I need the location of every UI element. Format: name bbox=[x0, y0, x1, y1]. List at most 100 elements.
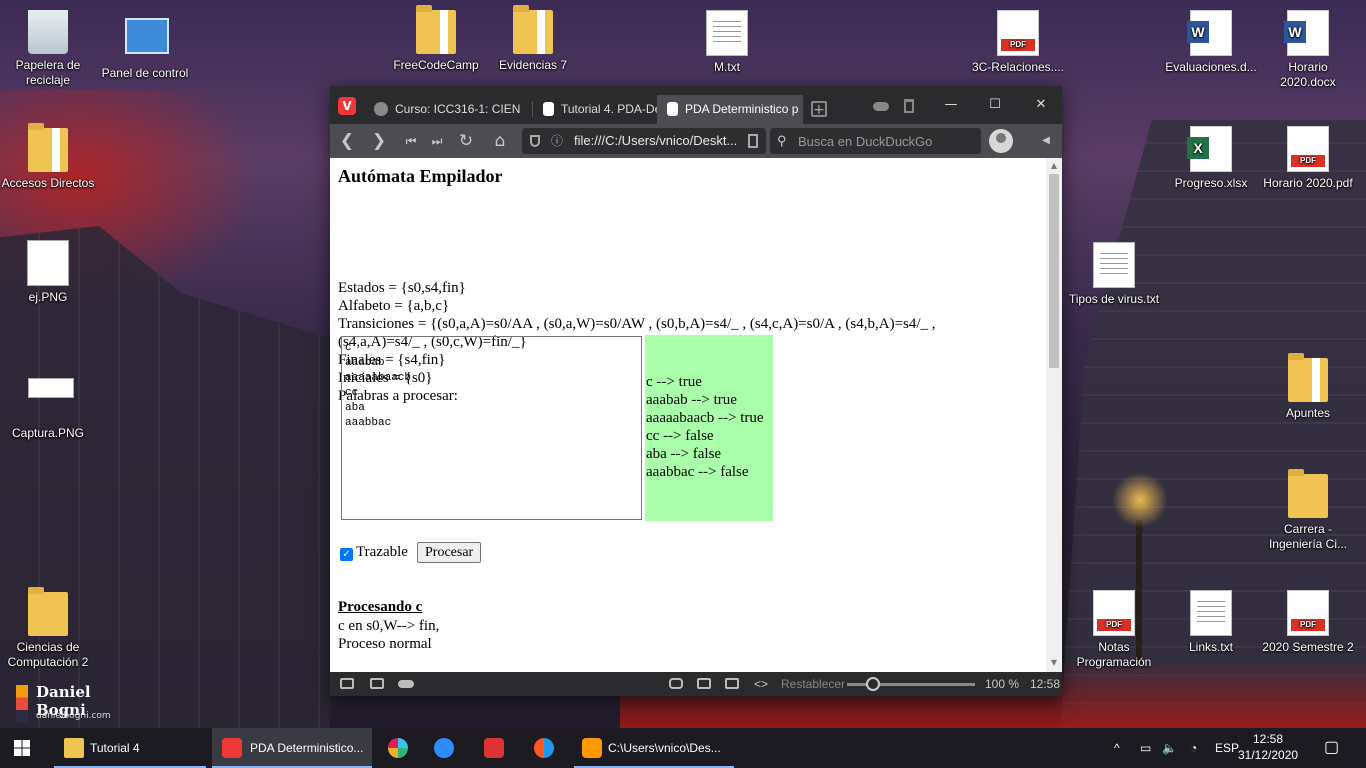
close-button[interactable]: ✕ bbox=[1028, 94, 1054, 116]
text-file-icon bbox=[706, 10, 748, 56]
desktop-icon-notas-programacion[interactable]: Notas Programación bbox=[1066, 590, 1162, 670]
forward-icon[interactable]: ❯ bbox=[368, 130, 390, 152]
search-field[interactable]: ⚲ bbox=[770, 128, 981, 154]
result-line: aba --> false bbox=[646, 446, 722, 462]
procesando-heading: Procesando c bbox=[338, 599, 423, 615]
zoom-level: 100 % bbox=[985, 677, 1020, 691]
result-line: c --> true bbox=[646, 374, 702, 390]
fast-forward-icon[interactable]: ⏭ bbox=[426, 130, 448, 152]
back-icon[interactable]: ❮ bbox=[336, 130, 358, 152]
windows-start-icon[interactable] bbox=[14, 740, 30, 756]
desktop-icon-3c-relaciones[interactable]: 3C-Relaciones.... bbox=[970, 10, 1066, 75]
desktop-icon-tipos-de-virus[interactable]: Tipos de virus.txt bbox=[1066, 242, 1162, 307]
desktop-icon-horario-pdf[interactable]: Horario 2020.pdf bbox=[1260, 126, 1356, 191]
search-input[interactable] bbox=[798, 128, 974, 154]
zoom-reset-label[interactable]: Restablecer bbox=[781, 672, 845, 696]
sync-cloud-icon[interactable] bbox=[873, 102, 889, 111]
site-info-icon[interactable]: ⓘ bbox=[551, 128, 563, 154]
document-icon bbox=[543, 102, 554, 116]
taskbar-item-tutorial-4[interactable]: Tutorial 4 bbox=[54, 728, 206, 768]
scroll-up-icon[interactable]: ▲ bbox=[1049, 161, 1059, 171]
desktop-icon-evaluaciones[interactable]: Evaluaciones.d... bbox=[1163, 10, 1259, 75]
taskbar-item-sublime[interactable]: C:\Users\vnico\Des... bbox=[574, 728, 734, 768]
tab-pda-deterministico[interactable]: PDA Deterministico p bbox=[657, 95, 803, 124]
taskbar-item-app[interactable] bbox=[524, 728, 564, 768]
control-panel-icon bbox=[125, 18, 169, 54]
folder-icon bbox=[1288, 353, 1328, 402]
desktop-icon-links[interactable]: Links.txt bbox=[1163, 590, 1259, 655]
zoom-slider-knob[interactable] bbox=[866, 677, 880, 691]
language-indicator[interactable]: ESP bbox=[1215, 728, 1239, 768]
procesar-button[interactable]: Procesar bbox=[417, 542, 482, 563]
page-tiling-icon[interactable]: <> bbox=[754, 672, 768, 696]
folder-icon bbox=[28, 587, 68, 636]
zoom-slider[interactable] bbox=[847, 677, 975, 691]
tab-curso[interactable]: Curso: ICC316-1: CIEN bbox=[364, 95, 532, 124]
trace-line-1: c en s0,W--> fin, bbox=[338, 618, 440, 634]
taskbar-item-download[interactable] bbox=[474, 728, 514, 768]
trazable-option[interactable]: ✓ Trazable bbox=[340, 542, 408, 562]
desktop-icon-ciencias-computacion[interactable]: Ciencias de Computación 2 bbox=[0, 587, 96, 670]
folder-icon bbox=[64, 738, 84, 758]
recycle-bin-icon bbox=[28, 10, 68, 54]
pdf-icon bbox=[1287, 590, 1329, 636]
notifications-icon[interactable]: ▢ bbox=[1324, 728, 1339, 768]
taskbar: Tutorial 4 PDA Deterministico... C:\User… bbox=[0, 728, 1366, 768]
sublime-text-icon bbox=[582, 738, 602, 758]
sync-cloud-icon[interactable] bbox=[398, 680, 414, 688]
panel-toggle-icon[interactable]: ◀ bbox=[1035, 130, 1057, 152]
home-icon[interactable]: ⌂ bbox=[489, 130, 511, 152]
result-line: cc --> false bbox=[646, 428, 714, 444]
desktop-icon-apuntes[interactable]: Apuntes bbox=[1260, 353, 1356, 421]
closed-tabs-trash-icon[interactable] bbox=[904, 99, 914, 113]
desktop-icon-ej-png[interactable]: ej.PNG bbox=[0, 240, 96, 305]
volume-icon[interactable]: 🔈 bbox=[1162, 728, 1177, 768]
network-icon[interactable]: ◔ bbox=[1190, 728, 1197, 768]
page-scrollbar[interactable]: ▲ ▼ bbox=[1046, 158, 1062, 672]
clock-time: 12:58 bbox=[1252, 732, 1284, 746]
system-clock[interactable]: 12:58 31/12/2020 bbox=[1238, 731, 1298, 763]
address-bar[interactable]: ⓘ file:///C:/Users/vnico/Deskt... bbox=[522, 128, 766, 154]
images-icon[interactable] bbox=[725, 678, 739, 689]
bookmark-icon[interactable] bbox=[748, 134, 758, 148]
reload-icon[interactable]: ↻ bbox=[455, 130, 477, 152]
desktop-icon-freecodecamp[interactable]: FreeCodeCamp bbox=[388, 5, 484, 73]
tab-tutorial-4[interactable]: Tutorial 4. PDA-Deter bbox=[533, 95, 657, 124]
screenshot-icon[interactable] bbox=[669, 678, 683, 689]
vivaldi-icon bbox=[222, 738, 242, 758]
tab-tiling-icon[interactable] bbox=[370, 678, 384, 689]
show-hidden-icons-icon[interactable]: ^ bbox=[1114, 728, 1120, 768]
taskbar-item-vivaldi[interactable]: PDA Deterministico... bbox=[212, 728, 372, 768]
desktop-icon-progreso[interactable]: Progreso.xlsx bbox=[1163, 126, 1259, 191]
scroll-down-icon[interactable]: ▼ bbox=[1049, 658, 1059, 668]
desktop-icon-evidencias-7[interactable]: Evidencias 7 bbox=[485, 5, 581, 73]
panel-icon[interactable] bbox=[340, 678, 354, 689]
minimize-button[interactable]: — bbox=[938, 94, 964, 116]
status-bar: <> Restablecer 100 % 12:58 bbox=[330, 672, 1062, 696]
shield-icon bbox=[530, 135, 540, 147]
desktop-icon-accesos-directos[interactable]: Accesos Directos bbox=[0, 123, 96, 191]
rewind-icon[interactable]: ⏮ bbox=[400, 130, 422, 152]
scrollbar-thumb[interactable] bbox=[1049, 174, 1059, 368]
folder-icon bbox=[416, 5, 456, 54]
trazable-checkbox[interactable]: ✓ bbox=[340, 548, 353, 561]
new-tab-icon[interactable]: + bbox=[811, 101, 827, 118]
maximize-button[interactable]: ☐ bbox=[982, 94, 1008, 116]
palabras-textarea[interactable]: c aaabab aaaaabaacb cc aba aaabbac bbox=[341, 336, 642, 520]
page-actions-icon[interactable] bbox=[697, 678, 711, 689]
desktop-icon-horario-docx[interactable]: Horario 2020.docx bbox=[1260, 10, 1356, 90]
pdf-icon bbox=[997, 10, 1039, 56]
battery-icon[interactable]: ▭ bbox=[1140, 728, 1151, 768]
taskbar-item-slack[interactable] bbox=[378, 728, 418, 768]
vivaldi-menu-icon[interactable]: V bbox=[338, 97, 356, 115]
trazable-label: Trazable bbox=[356, 544, 408, 560]
desktop-icon-carrera[interactable]: Carrera - Ingeniería Ci... bbox=[1260, 469, 1356, 552]
desktop-icon-captura-png[interactable]: Captura.PNG bbox=[0, 358, 96, 441]
status-clock: 12:58 bbox=[1030, 677, 1061, 691]
taskbar-item-zoom[interactable] bbox=[424, 728, 464, 768]
desktop-icon-recycle-bin[interactable]: Papelera de reciclaje bbox=[0, 10, 96, 88]
desktop-icon-m-txt[interactable]: M.txt bbox=[679, 10, 775, 75]
desktop-icon-semestre-2[interactable]: 2020 Semestre 2 bbox=[1260, 590, 1356, 655]
desktop-icon-control-panel[interactable]: Panel de control bbox=[97, 10, 193, 81]
profile-avatar-icon[interactable] bbox=[989, 129, 1013, 153]
